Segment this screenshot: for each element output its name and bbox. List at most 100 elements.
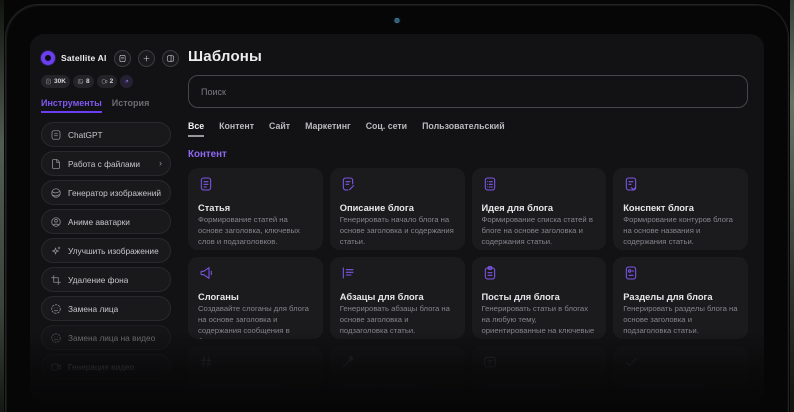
tab-marketing[interactable]: Маркетинг [305, 121, 351, 137]
document-icon [45, 78, 52, 85]
tab-custom[interactable]: Пользовательский [422, 121, 505, 137]
card-title: Абзацы для блога [340, 292, 455, 302]
paragraph-icon [340, 265, 455, 286]
background-edge-right [790, 0, 794, 412]
sidebar-item-label: Удаление фона [68, 275, 128, 285]
sidebar-item-label: Генератор изображений [68, 188, 161, 198]
document-list-icon [482, 176, 597, 197]
sidebar-item-image-generator[interactable]: Генератор изображений [41, 180, 171, 205]
toggle-sidebar-button[interactable] [162, 50, 179, 67]
avatar-icon [50, 216, 62, 228]
chat-note-icon [50, 129, 62, 141]
sidebar-item-label: Работа с файлами [68, 159, 140, 169]
clipboard-icon [482, 265, 597, 286]
card-description: Генерировать разделы блога на основе заг… [623, 304, 738, 337]
sidebar-item-remove-background[interactable]: Удаление фона [41, 267, 171, 292]
template-card-article[interactable]: Статья Формирование статей на основе заг… [188, 168, 323, 250]
sidebar-item-video-generation[interactable]: Генерация видео [41, 354, 171, 379]
images-count: 8 [86, 78, 90, 85]
tab-history[interactable]: История [112, 98, 150, 113]
faded-text-placeholder [198, 383, 281, 388]
card-title: Идея для блога [482, 203, 597, 213]
check-icon [623, 354, 738, 375]
page-title: Шаблоны [188, 48, 748, 65]
card-title: Посты для блога [482, 292, 597, 302]
template-card-faded-3[interactable] [472, 346, 607, 403]
card-title: Описание блога [340, 203, 455, 213]
sidebar-item-files[interactable]: Работа с файлами › [41, 151, 171, 176]
document-icon [198, 176, 313, 197]
faded-text-placeholder [340, 383, 423, 388]
template-card-faded-2[interactable] [330, 346, 465, 403]
tokens-badge[interactable]: 30K [41, 75, 70, 88]
images-badge[interactable]: 8 [73, 75, 94, 88]
sidebar-item-label: Аниме аватарки [68, 217, 130, 227]
tab-content[interactable]: Контент [219, 121, 254, 137]
sidebar-tabs: Инструменты История [41, 98, 171, 113]
sidebar-item-label: Замена лица [68, 304, 118, 314]
arrow-up-right-icon [123, 78, 130, 85]
tab-social[interactable]: Соц. сети [366, 121, 407, 137]
upgrade-badge[interactable] [120, 75, 133, 88]
tab-tools[interactable]: Инструменты [41, 98, 102, 113]
template-card-slogans[interactable]: Слоганы Создавайте слоганы для блога на … [188, 257, 323, 339]
card-title: Конспект блога [623, 203, 738, 213]
tablet-device-frame: Satellite AI 30K [5, 4, 789, 412]
sidebar-item-enhance-image[interactable]: Улучшить изображение [41, 238, 171, 263]
notes-button[interactable] [114, 50, 131, 67]
faded-text-placeholder [623, 383, 706, 388]
megaphone-icon [198, 265, 313, 286]
template-card-faded-4[interactable] [613, 346, 748, 403]
sidebar-header: Satellite AI [41, 49, 171, 67]
tools-menu: ChatGPT Работа с файлами › Генератор изо… [41, 122, 171, 379]
card-description: Генерировать статьи в блогах на любую те… [482, 304, 597, 339]
wand-icon [340, 354, 455, 375]
template-card-blog-description[interactable]: Описание блога Генерировать начало блога… [330, 168, 465, 250]
document-edit-icon [340, 176, 455, 197]
text-field-icon [482, 354, 597, 375]
file-icon [50, 158, 62, 170]
template-card-faded-1[interactable] [188, 346, 323, 403]
card-description: Генерировать начало блога на основе заго… [340, 215, 455, 248]
brand-name: Satellite AI [59, 53, 107, 63]
card-title: Слоганы [198, 292, 313, 302]
template-card-blog-sections[interactable]: Разделы для блога Генерировать разделы б… [613, 257, 748, 339]
satellite-ai-logo-icon [41, 51, 55, 65]
search-input[interactable] [188, 75, 748, 108]
card-description: Генерировать абзацы блога на основе заго… [340, 304, 455, 337]
notes-icon [118, 54, 127, 63]
image-icon [77, 78, 84, 85]
sidebar-item-label: ChatGPT [68, 130, 103, 140]
document-section-icon [623, 265, 738, 286]
sphere-icon [50, 187, 62, 199]
document-outline-icon [623, 176, 738, 197]
quota-badges: 30K 8 2 [41, 75, 171, 88]
app-screen: Satellite AI 30K [30, 34, 764, 403]
sidebar-item-chatgpt[interactable]: ChatGPT [41, 122, 171, 147]
sidebar-item-face-swap-video[interactable]: Замена лица на видео [41, 325, 171, 350]
sidebar: Satellite AI 30K [30, 34, 178, 403]
face-video-icon [50, 332, 62, 344]
sidebar-item-label: Замена лица на видео [68, 333, 155, 343]
template-card-blog-paragraphs[interactable]: Абзацы для блога Генерировать абзацы бло… [330, 257, 465, 339]
tab-all[interactable]: Все [188, 121, 204, 137]
card-description: Создавайте слоганы для блога на основе з… [198, 304, 313, 339]
sidebar-item-label: Генерация видео [68, 362, 134, 372]
card-title: Разделы для блога [623, 292, 738, 302]
template-card-blog-outline[interactable]: Конспект блога Формирование контуров бло… [613, 168, 748, 250]
plus-icon [142, 54, 151, 63]
template-grid: Статья Формирование статей на основе заг… [188, 168, 748, 403]
sidebar-item-face-swap[interactable]: Замена лица [41, 296, 171, 321]
card-title: Статья [198, 203, 313, 213]
videos-count: 2 [110, 78, 114, 85]
panel-toggle-icon [166, 54, 175, 63]
card-description: Формирование статей на основе заголовка,… [198, 215, 313, 248]
sidebar-item-anime-avatars[interactable]: Аниме аватарки [41, 209, 171, 234]
template-card-blog-posts[interactable]: Посты для блога Генерировать статьи в бл… [472, 257, 607, 339]
new-chat-button[interactable] [138, 50, 155, 67]
videos-badge[interactable]: 2 [97, 75, 118, 88]
chevron-right-icon: › [159, 159, 162, 168]
tab-site[interactable]: Сайт [269, 121, 290, 137]
video-icon [101, 78, 108, 85]
template-card-blog-idea[interactable]: Идея для блога Формирование списка стате… [472, 168, 607, 250]
